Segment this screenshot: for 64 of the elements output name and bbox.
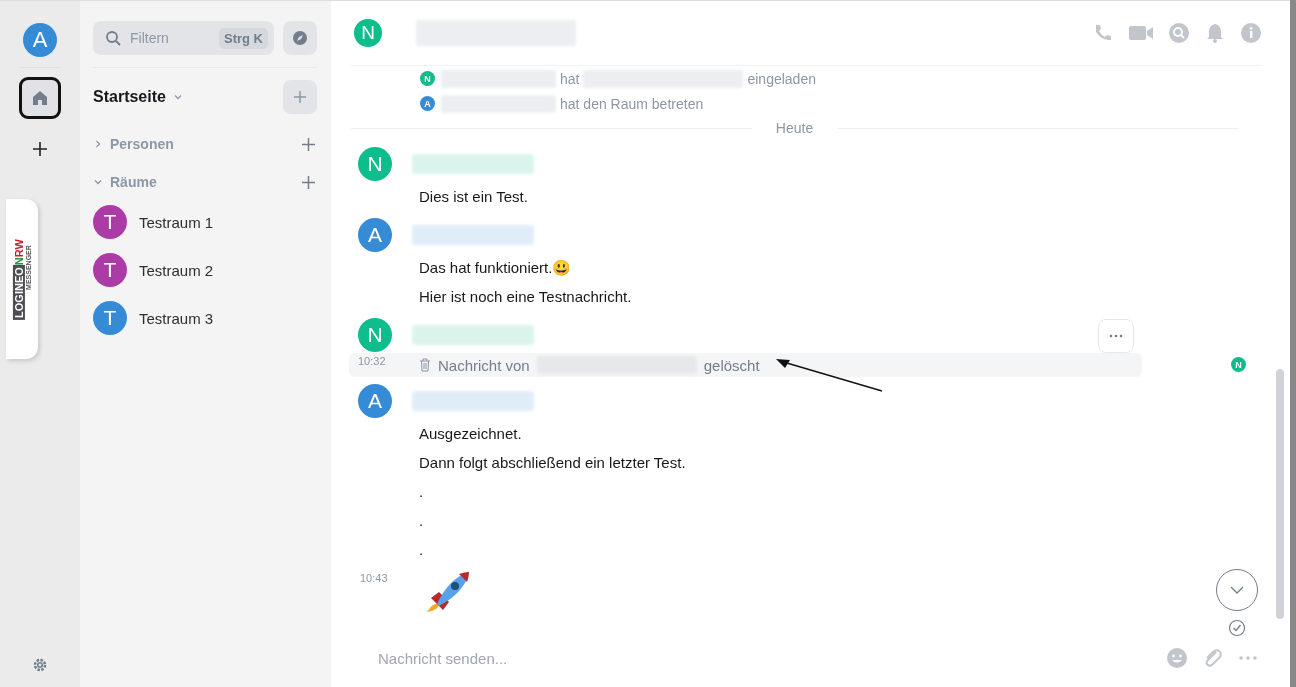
event-text: hat: [560, 70, 580, 87]
member-avatar: A: [420, 96, 435, 111]
settings-icon[interactable]: [32, 657, 48, 673]
sender-avatar[interactable]: N: [358, 147, 392, 181]
more-icon[interactable]: [1238, 655, 1258, 661]
room-item[interactable]: T Testraum 3: [93, 301, 317, 335]
explore-button[interactable]: [283, 21, 317, 55]
more-icon: [1109, 334, 1123, 338]
read-receipt[interactable]: N: [1231, 357, 1246, 372]
logo-text: LOGINEO NRW: [12, 238, 25, 320]
sender-avatar[interactable]: N: [358, 318, 392, 352]
plus-icon[interactable]: [302, 175, 315, 189]
chevron-down-icon[interactable]: [172, 92, 183, 102]
scrollbar-thumb[interactable]: [1276, 369, 1284, 619]
room-item[interactable]: T Testraum 1: [93, 205, 317, 239]
home-icon: [31, 89, 49, 107]
chevron-down-icon: [1230, 586, 1244, 594]
room-avatar: T: [93, 205, 127, 239]
emoji-icon[interactable]: [1166, 647, 1188, 669]
room-avatar: T: [93, 253, 127, 287]
search-icon[interactable]: [1168, 22, 1190, 44]
chevron-down-icon[interactable]: [93, 177, 103, 187]
room-item[interactable]: T Testraum 2: [93, 253, 317, 287]
jump-to-bottom-button[interactable]: [1216, 569, 1258, 611]
add-button[interactable]: [283, 80, 317, 114]
timestamp: 10:43: [360, 572, 388, 584]
message-input[interactable]: Nachricht senden...: [376, 648, 1152, 668]
sender-avatar[interactable]: A: [358, 218, 392, 252]
info-icon[interactable]: [1240, 22, 1262, 44]
add-space-icon[interactable]: [32, 141, 48, 157]
member-avatar: N: [420, 71, 435, 86]
user-avatar[interactable]: A: [23, 23, 57, 57]
date-divider: Heute: [775, 120, 814, 136]
options-button[interactable]: [1098, 319, 1134, 353]
message-text: Das hat funktioniert.😃: [419, 258, 572, 277]
shortcut-hint: Strg K: [219, 27, 268, 49]
search-field[interactable]: Filtern Strg K: [93, 21, 274, 55]
message-text: .: [419, 541, 424, 558]
section-header[interactable]: Personen: [110, 136, 174, 152]
event-text: hat den Raum betreten: [560, 95, 704, 112]
message-text: .: [419, 512, 424, 529]
search-placeholder: Filtern: [130, 30, 170, 46]
deleted-message-text: Nachricht von: [438, 356, 530, 374]
trash-icon: [419, 358, 431, 372]
message-text: Ausgezeichnet.: [419, 425, 522, 442]
message-text: Dann folgt abschließend ein letzter Test.: [419, 454, 686, 471]
home-button[interactable]: [19, 77, 61, 119]
message-text: .: [419, 483, 424, 500]
message-text: Hier ist noch eine Testnachricht.: [419, 288, 632, 305]
section-header[interactable]: Räume: [110, 174, 157, 190]
room-avatar: T: [93, 301, 127, 335]
message-text: Dies ist ein Test.: [419, 188, 528, 205]
sender-avatar[interactable]: A: [358, 384, 392, 418]
room-avatar[interactable]: N: [354, 19, 382, 47]
compass-icon: [292, 30, 308, 46]
search-icon: [105, 30, 121, 46]
timestamp: 10:32: [358, 355, 386, 367]
event-text: eingeladen: [747, 70, 816, 87]
plus-icon: [293, 90, 307, 104]
chevron-right-icon[interactable]: [93, 139, 103, 149]
deleted-message-text: gelöscht: [703, 356, 760, 374]
plus-icon[interactable]: [302, 137, 315, 151]
home-title[interactable]: Startseite: [93, 88, 166, 106]
sent-check-icon: [1228, 619, 1246, 637]
